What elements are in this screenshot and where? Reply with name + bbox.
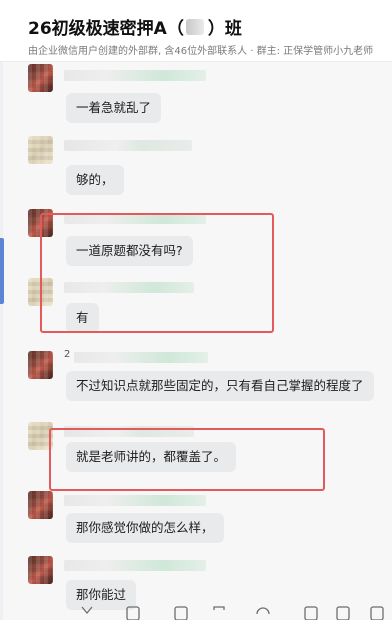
avatar[interactable]	[28, 556, 53, 584]
avatar[interactable]	[28, 491, 53, 519]
message-bubble[interactable]: 一道原题都没有吗?	[66, 236, 193, 266]
screenshot-icon[interactable]	[174, 606, 188, 620]
more-icon[interactable]	[370, 606, 384, 620]
group-title-suffix: ）班	[207, 19, 242, 39]
message-bubble[interactable]: 有	[66, 303, 99, 333]
avatar[interactable]	[28, 209, 53, 237]
group-title[interactable]: 26初级极速密押A（ ）班	[28, 14, 242, 39]
avatar[interactable]	[28, 351, 53, 379]
group-subtitle: 由企业微信用户创建的外部群, 含46位外部联系人 · 群主: 正保学管师小九老师	[28, 46, 374, 57]
sender-name-redacted	[64, 140, 192, 151]
chat-history-icon[interactable]	[256, 606, 270, 620]
message-bubble[interactable]: 一着急就乱了	[66, 93, 162, 123]
avatar[interactable]	[28, 64, 53, 92]
sender-name-redacted	[64, 70, 206, 81]
sender-name-redacted	[74, 352, 208, 363]
message-bubble[interactable]: 够的，	[66, 165, 124, 195]
chat-header: 26初级极速密押A（ ）班 由企业微信用户创建的外部群, 含46位外部联系人 ·…	[0, 0, 392, 62]
sender-name-redacted	[64, 426, 194, 437]
group-title-prefix: 26初级极速密押A（	[28, 19, 184, 39]
redacted-title-part	[185, 18, 204, 35]
message-bubble[interactable]: 不过知识点就那些固定的，只有看自己掌握的程度了	[66, 371, 374, 401]
sender-name-redacted	[64, 213, 206, 224]
message-list[interactable]: 一着急就乱了 够的， 一道原题都没有吗? 有 2 不过知识点就那些固定的，只有看…	[0, 62, 392, 610]
folder-icon[interactable]	[126, 606, 140, 620]
sender-name-prefix: 2	[64, 349, 71, 360]
message-bubble[interactable]: 那你感觉你做的怎么样，	[66, 513, 224, 543]
video-icon[interactable]	[336, 606, 350, 620]
avatar[interactable]	[28, 278, 53, 306]
sender-name-redacted	[64, 495, 206, 506]
message-bubble[interactable]: 就是老师讲的，都覆盖了。	[66, 442, 237, 472]
emoji-icon[interactable]	[80, 606, 94, 620]
sender-name-redacted	[64, 282, 194, 293]
chat-window: 26初级极速密押A（ ）班 由企业微信用户创建的外部群, 含46位外部联系人 ·…	[0, 0, 392, 620]
voice-call-icon[interactable]	[304, 606, 318, 620]
avatar[interactable]	[28, 136, 53, 164]
image-icon[interactable]	[212, 606, 226, 620]
sender-name-redacted	[64, 560, 206, 571]
avatar[interactable]	[28, 422, 53, 450]
